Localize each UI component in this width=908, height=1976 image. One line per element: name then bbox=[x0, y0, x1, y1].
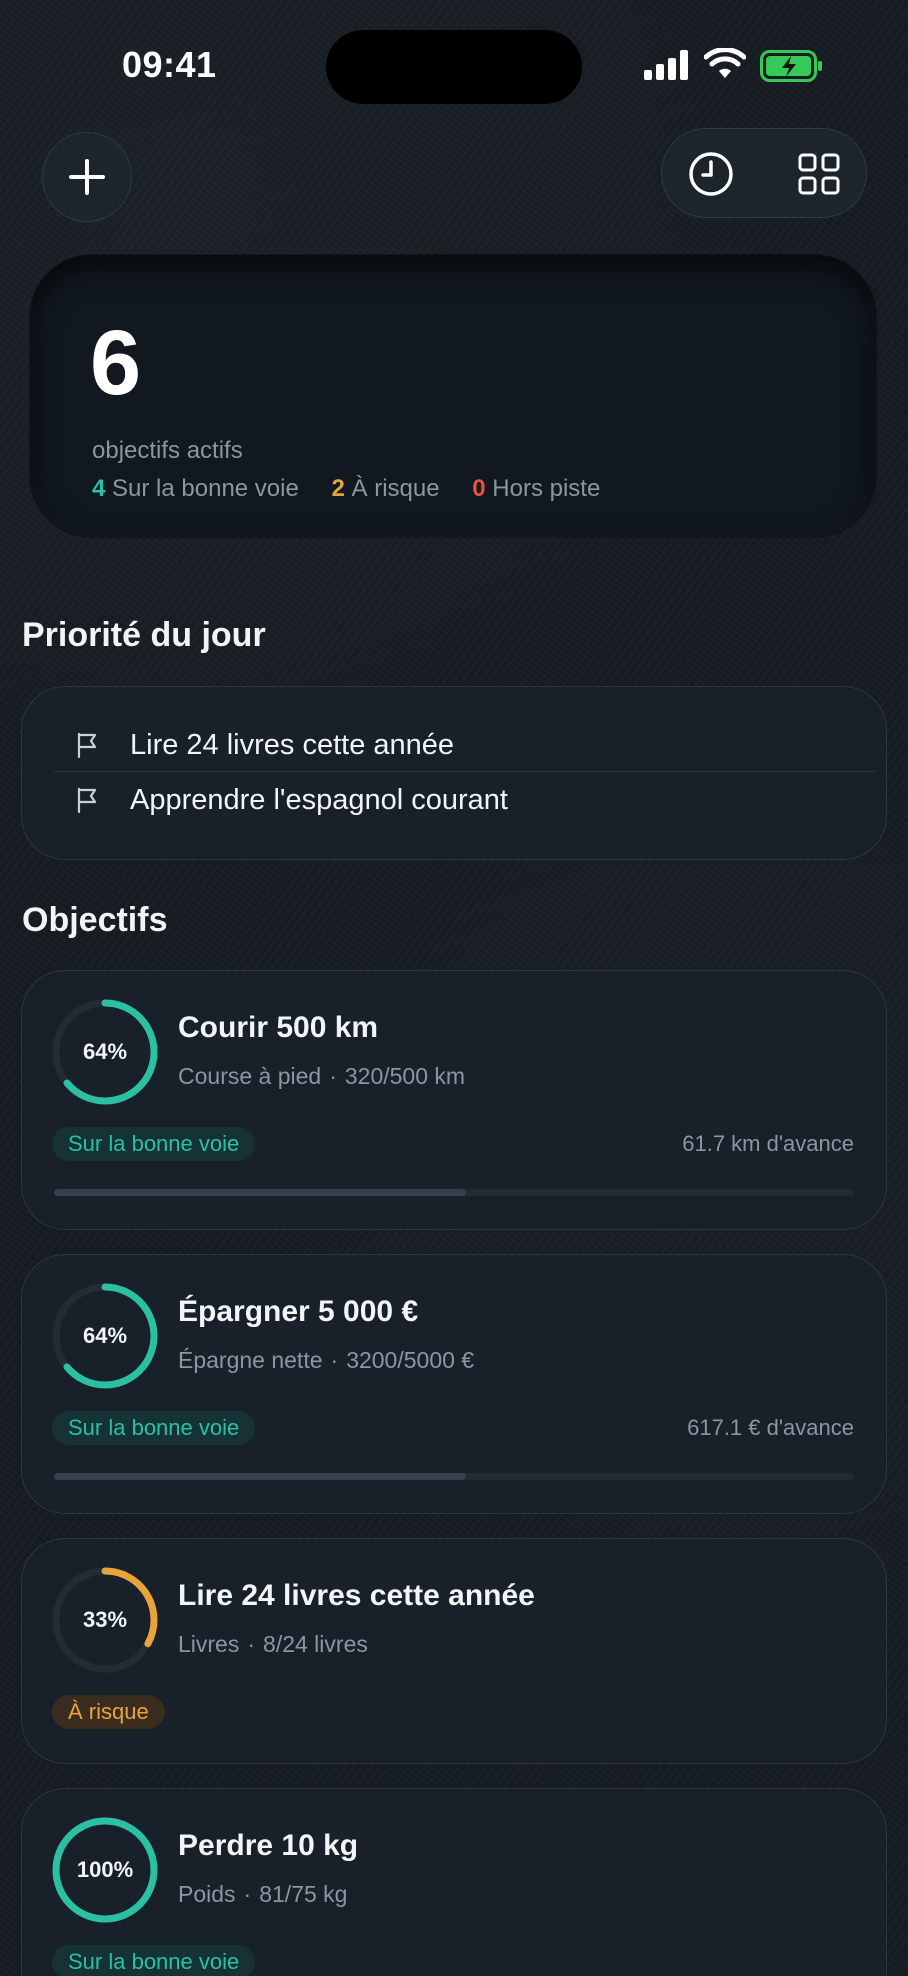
summary-stats: 4 Sur la bonne voie 2 À risque 0 Hors pi… bbox=[92, 475, 626, 503]
goal-amount: 8/24 livres bbox=[263, 1631, 368, 1657]
divider bbox=[54, 771, 876, 772]
goal-title: Perdre 10 kg bbox=[178, 1829, 359, 1862]
goal-card[interactable]: 64% Épargner 5 000 € Épargne nette · 3200/… bbox=[21, 1254, 887, 1514]
on-track-count: 4 bbox=[92, 475, 106, 502]
priority-section-title: Priorité du jour bbox=[22, 616, 266, 654]
priority-item[interactable]: Apprendre l'espagnol courant bbox=[54, 773, 874, 827]
grid-view-button[interactable] bbox=[792, 147, 846, 201]
objectives-section-title: Objectifs bbox=[22, 901, 168, 939]
goal-progress-bar bbox=[54, 1473, 854, 1480]
goal-ahead: 617.1 € d'avance bbox=[687, 1415, 854, 1440]
on-track-stat: 4 Sur la bonne voie bbox=[92, 475, 299, 502]
status-badge: Sur la bonne voie bbox=[52, 1945, 256, 1976]
goal-card[interactable]: 33% Lire 24 livres cette année Livres · 8/… bbox=[21, 1538, 887, 1764]
progress-percent: 33% bbox=[82, 1607, 128, 1632]
history-button[interactable] bbox=[684, 147, 738, 201]
goal-amount: 81/75 kg bbox=[259, 1881, 348, 1907]
goal-category: Course à pied bbox=[178, 1063, 322, 1089]
off-track-count: 0 bbox=[472, 475, 486, 502]
active-goals-label: objectifs actifs bbox=[92, 437, 243, 464]
signal-icon bbox=[644, 50, 688, 80]
wifi-icon bbox=[704, 48, 746, 78]
flag-icon bbox=[77, 787, 97, 813]
grid-icon bbox=[798, 153, 840, 195]
priority-card: Lire 24 livres cette année Apprendre l'e… bbox=[21, 686, 887, 860]
goal-amount: 3200/5000 € bbox=[346, 1347, 475, 1373]
battery-charging-icon bbox=[760, 50, 822, 82]
status-badge: À risque bbox=[52, 1695, 165, 1729]
status-badge: Sur la bonne voie bbox=[52, 1411, 256, 1445]
status-time: 09:41 bbox=[122, 44, 217, 85]
status-badge: Sur la bonne voie bbox=[52, 1127, 256, 1161]
top-toolbar bbox=[661, 128, 867, 218]
summary-card: 6 objectifs actifs 4 Sur la bonne voie 2… bbox=[30, 255, 876, 537]
goal-progress-bar bbox=[54, 1189, 854, 1196]
on-track-label: Sur la bonne voie bbox=[112, 475, 299, 502]
off-track-label: Hors piste bbox=[492, 475, 601, 502]
goal-category: Livres bbox=[178, 1631, 240, 1657]
goal-category: Poids bbox=[178, 1881, 236, 1907]
goal-progress-fill bbox=[54, 1189, 466, 1196]
goal-amount: 320/500 km bbox=[344, 1063, 466, 1089]
priority-item-label: Lire 24 livres cette année bbox=[130, 728, 455, 761]
at-risk-label: À risque bbox=[351, 475, 440, 502]
goal-meta: Livres · 8/24 livres bbox=[178, 1631, 368, 1657]
priority-item-label: Apprendre l'espagnol courant bbox=[130, 783, 508, 816]
add-goal-button[interactable] bbox=[42, 132, 132, 222]
progress-percent: 64% bbox=[82, 1039, 128, 1064]
off-track-stat: 0 Hors piste bbox=[472, 475, 600, 502]
at-risk-count: 2 bbox=[331, 475, 345, 502]
status-bar: 09:41 bbox=[0, 0, 908, 130]
goal-progress-fill bbox=[54, 1473, 466, 1480]
progress-percent: 64% bbox=[82, 1323, 128, 1348]
goal-card[interactable]: 100% Perdre 10 kg Poids · 81/75 kg Sur la … bbox=[21, 1788, 887, 1976]
active-goals-count: 6 bbox=[90, 312, 142, 414]
goal-meta: Course à pied · 320/500 km bbox=[178, 1063, 466, 1089]
goal-title: Courir 500 km bbox=[178, 1011, 379, 1044]
goal-ahead: 61.7 km d'avance bbox=[682, 1131, 854, 1156]
dynamic-island bbox=[326, 30, 582, 104]
goal-card[interactable]: 64% Courir 500 km Course à pied · 320/500 … bbox=[21, 970, 887, 1230]
goal-meta: Poids · 81/75 kg bbox=[178, 1881, 348, 1907]
at-risk-stat: 2 À risque bbox=[332, 475, 440, 502]
flag-icon bbox=[77, 732, 97, 758]
goal-title: Lire 24 livres cette année bbox=[178, 1579, 535, 1612]
plus-icon bbox=[69, 159, 105, 195]
priority-item[interactable]: Lire 24 livres cette année bbox=[54, 718, 874, 772]
progress-percent: 100% bbox=[76, 1857, 134, 1882]
goal-category: Épargne nette bbox=[178, 1347, 323, 1373]
goal-meta: Épargne nette · 3200/5000 € bbox=[178, 1347, 475, 1373]
goal-title: Épargner 5 000 € bbox=[178, 1295, 419, 1328]
clock-icon bbox=[689, 152, 733, 196]
